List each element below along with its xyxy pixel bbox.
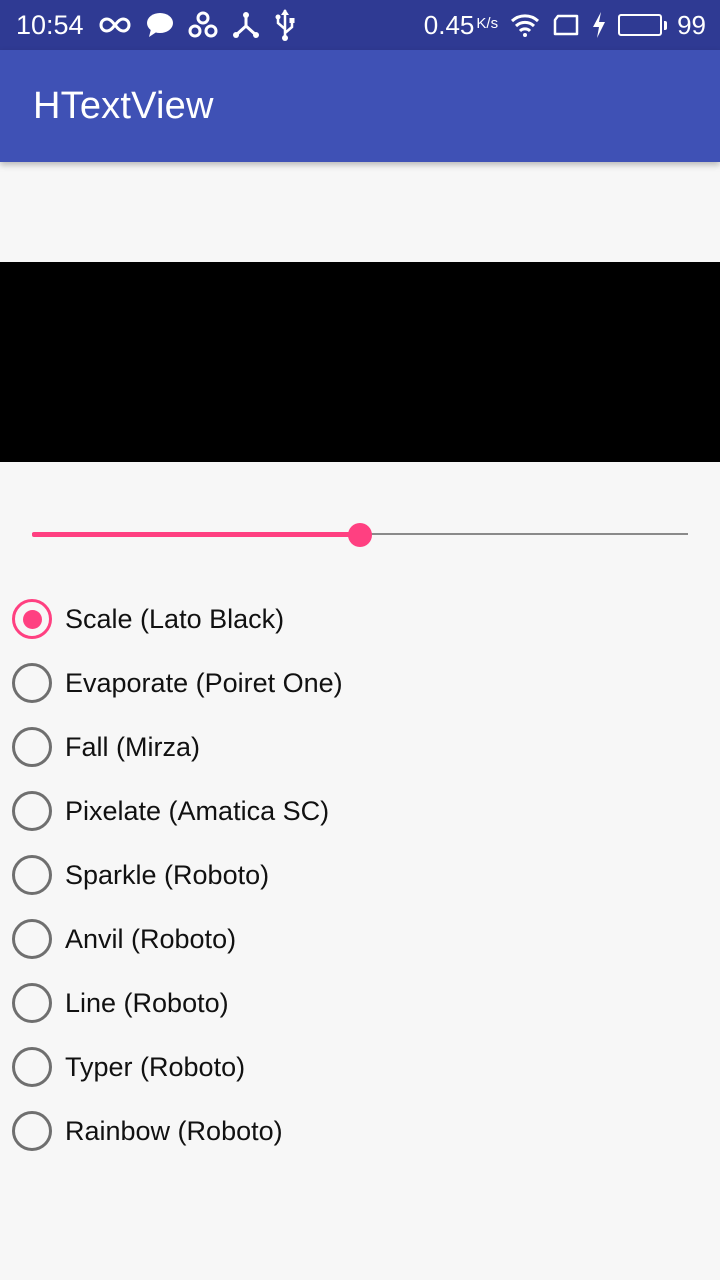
status-right: 0.45 K/s 99 — [424, 10, 706, 41]
effect-option-label: Scale (Lato Black) — [65, 603, 285, 634]
seekbar-progress — [32, 532, 360, 537]
radio-button[interactable] — [12, 727, 52, 767]
app-bar: HTextView — [0, 50, 720, 162]
charging-icon — [592, 12, 606, 38]
battery-level: 99 — [677, 9, 706, 40]
radio-button[interactable] — [12, 791, 52, 831]
speed-seekbar[interactable] — [32, 520, 688, 548]
network-speed-unit: K/s — [476, 14, 499, 32]
effect-option[interactable]: Pixelate (Amatica SC) — [0, 779, 720, 843]
usb-icon — [274, 9, 296, 41]
effect-option[interactable]: Typer (Roboto) — [0, 1035, 720, 1099]
infinity-icon — [98, 15, 132, 35]
radio-button[interactable] — [12, 663, 52, 703]
effect-option[interactable]: Sparkle (Roboto) — [0, 843, 720, 907]
status-left: 10:54 — [16, 9, 296, 41]
sim-icon — [552, 13, 580, 37]
radio-button[interactable] — [12, 1047, 52, 1087]
share-icon — [188, 11, 218, 39]
effect-option[interactable]: Scale (Lato Black) — [0, 587, 720, 651]
htext-display-area — [0, 262, 720, 462]
effect-option-label: Sparkle (Roboto) — [65, 859, 270, 890]
radio-button[interactable] — [12, 983, 52, 1023]
chat-bubble-icon — [146, 12, 174, 38]
effect-option-label: Line (Roboto) — [65, 987, 229, 1018]
battery-icon — [618, 14, 663, 36]
battery-indicator: 99 — [618, 10, 706, 41]
seekbar-thumb[interactable] — [348, 523, 372, 547]
radio-button[interactable] — [12, 599, 52, 639]
effect-option[interactable]: Rainbow (Roboto) — [0, 1099, 720, 1163]
effect-option-label: Anvil (Roboto) — [65, 923, 237, 954]
usb-tree-icon — [232, 11, 260, 39]
radio-button[interactable] — [12, 855, 52, 895]
effect-option-label: Rainbow (Roboto) — [65, 1115, 283, 1146]
status-time: 10:54 — [16, 9, 84, 40]
effect-option-label: Evaporate (Poiret One) — [65, 667, 343, 698]
effect-option[interactable]: Line (Roboto) — [0, 971, 720, 1035]
radio-button[interactable] — [12, 1111, 52, 1151]
radio-button[interactable] — [12, 919, 52, 959]
battery-cap — [664, 20, 668, 30]
network-speed-value: 0.45 — [423, 9, 475, 40]
effect-option-label: Pixelate (Amatica SC) — [65, 795, 330, 826]
effect-option[interactable]: Fall (Mirza) — [0, 715, 720, 779]
effect-option-label: Typer (Roboto) — [65, 1051, 246, 1082]
effect-radio-group: Scale (Lato Black) Evaporate (Poiret One)… — [0, 587, 720, 1163]
effect-option[interactable]: Evaporate (Poiret One) — [0, 651, 720, 715]
status-bar: 10:54 0.45 K/s 99 — [0, 0, 720, 50]
network-speed: 0.45 K/s — [424, 10, 498, 41]
effect-option-label: Fall (Mirza) — [65, 731, 200, 762]
wifi-icon — [510, 13, 540, 37]
radio-dot — [22, 609, 42, 629]
effect-option[interactable]: Anvil (Roboto) — [0, 907, 720, 971]
app-title: HTextView — [33, 84, 214, 127]
